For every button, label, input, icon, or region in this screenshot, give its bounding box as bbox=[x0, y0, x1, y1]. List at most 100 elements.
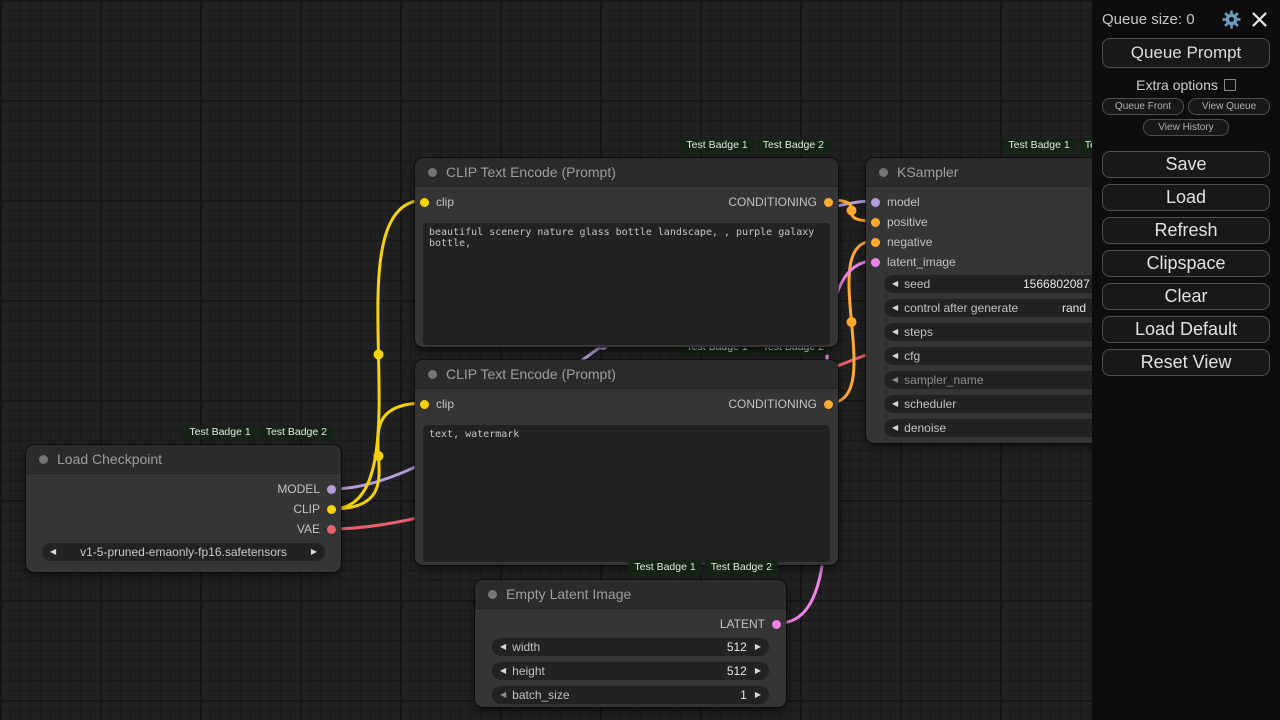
ckpt-name-value: v1-5-pruned-emaonly-fp16.safetensors bbox=[56, 545, 311, 559]
height-value: 512 bbox=[727, 664, 747, 678]
ckpt-name-widget[interactable]: ◀ v1-5-pruned-emaonly-fp16.safetensors ▶ bbox=[42, 543, 325, 561]
height-label: height bbox=[512, 664, 545, 678]
model-input-label: model bbox=[887, 195, 920, 209]
node-titlebar[interactable]: Empty Latent Image bbox=[475, 580, 786, 609]
load-button[interactable]: Load bbox=[1102, 184, 1270, 211]
test-badge-1: Test Badge 1 bbox=[680, 138, 753, 153]
decrement-arrow-icon[interactable]: ◀ bbox=[500, 643, 506, 651]
latent-output-dot[interactable] bbox=[772, 620, 781, 629]
model-output-label: MODEL bbox=[277, 482, 320, 496]
conditioning-output-dot[interactable] bbox=[824, 400, 833, 409]
collapse-dot-icon[interactable] bbox=[428, 370, 437, 379]
extra-options-checkbox[interactable] bbox=[1224, 79, 1236, 91]
link-dot bbox=[374, 350, 384, 360]
node-title: CLIP Text Encode (Prompt) bbox=[446, 164, 616, 180]
sampler-name-label: sampler_name bbox=[904, 373, 983, 387]
decrement-arrow-icon[interactable]: ◀ bbox=[892, 280, 898, 288]
clear-button[interactable]: Clear bbox=[1102, 283, 1270, 310]
queue-prompt-button[interactable]: Queue Prompt bbox=[1102, 38, 1270, 68]
node-titlebar[interactable]: CLIP Text Encode (Prompt) bbox=[415, 158, 838, 187]
clip-output-dot[interactable] bbox=[327, 505, 336, 514]
clip-input-dot[interactable] bbox=[420, 400, 429, 409]
node-clip-text-encode-positive[interactable]: Test Badge 1 Test Badge 2 CLIP Text Enco… bbox=[415, 158, 838, 347]
node-load-checkpoint[interactable]: Test Badge 1 Test Badge 2 Load Checkpoin… bbox=[26, 445, 341, 572]
batch-size-value: 1 bbox=[740, 688, 747, 702]
collapse-dot-icon[interactable] bbox=[39, 455, 48, 464]
node-title: Load Checkpoint bbox=[57, 451, 162, 467]
control-after-generate-value: rand bbox=[1062, 301, 1086, 315]
decrement-arrow-icon[interactable]: ◀ bbox=[892, 352, 898, 360]
cfg-label: cfg bbox=[904, 349, 920, 363]
decrement-arrow-icon[interactable]: ◀ bbox=[500, 667, 506, 675]
clip-input-label: clip bbox=[436, 195, 454, 209]
prev-arrow-icon[interactable]: ◀ bbox=[892, 376, 898, 384]
conditioning-output-dot[interactable] bbox=[824, 198, 833, 207]
graph-canvas[interactable]: Test Badge 1 Test Badge 2 CLIP Text Enco… bbox=[0, 0, 1280, 720]
increment-arrow-icon[interactable]: ▶ bbox=[755, 667, 761, 675]
queue-size-label: Queue size: 0 bbox=[1102, 11, 1212, 28]
test-badge-2: Test Badge 2 bbox=[757, 138, 830, 153]
prev-arrow-icon[interactable]: ◀ bbox=[892, 400, 898, 408]
decrement-arrow-icon[interactable]: ◀ bbox=[892, 424, 898, 432]
conditioning-output-label: CONDITIONING bbox=[728, 195, 817, 209]
view-queue-button[interactable]: View Queue bbox=[1188, 98, 1270, 115]
height-widget[interactable]: ◀ height 512 ▶ bbox=[492, 662, 769, 680]
link-dot bbox=[847, 317, 857, 327]
test-badge-1: Test Badge 1 bbox=[183, 425, 256, 440]
negative-input-dot[interactable] bbox=[871, 238, 880, 247]
latent-image-input-label: latent_image bbox=[887, 255, 956, 269]
link-dot bbox=[374, 451, 384, 461]
seed-value: 1566802087 bbox=[1023, 277, 1090, 291]
close-icon[interactable] bbox=[1251, 11, 1268, 28]
positive-input-label: positive bbox=[887, 215, 928, 229]
wire-clip-negative bbox=[332, 403, 425, 509]
test-badge-1: Test Badge 1 bbox=[628, 560, 701, 575]
prev-arrow-icon[interactable]: ◀ bbox=[892, 304, 898, 312]
decrement-arrow-icon[interactable]: ◀ bbox=[500, 691, 506, 699]
seed-label: seed bbox=[904, 277, 930, 291]
width-widget[interactable]: ◀ width 512 ▶ bbox=[492, 638, 769, 656]
model-input-dot[interactable] bbox=[871, 198, 880, 207]
test-badge-1: Test Badge 1 bbox=[1002, 138, 1075, 153]
latent-image-input-dot[interactable] bbox=[871, 258, 880, 267]
increment-arrow-icon[interactable]: ▶ bbox=[755, 643, 761, 651]
clipspace-button[interactable]: Clipspace bbox=[1102, 250, 1270, 277]
width-value: 512 bbox=[727, 640, 747, 654]
test-badge-2: Test Badge 2 bbox=[260, 425, 333, 440]
negative-input-label: negative bbox=[887, 235, 932, 249]
node-badges: Test Badge 1 Test Badge 2 bbox=[183, 425, 333, 440]
latent-output-label: LATENT bbox=[720, 617, 765, 631]
vae-output-dot[interactable] bbox=[327, 525, 336, 534]
queue-front-button[interactable]: Queue Front bbox=[1102, 98, 1184, 115]
node-titlebar[interactable]: Load Checkpoint bbox=[26, 445, 341, 474]
view-history-button[interactable]: View History bbox=[1143, 119, 1229, 136]
load-default-button[interactable]: Load Default bbox=[1102, 316, 1270, 343]
batch-size-label: batch_size bbox=[512, 688, 569, 702]
positive-prompt-textarea[interactable]: beautiful scenery nature glass bottle la… bbox=[423, 223, 830, 345]
node-title: KSampler bbox=[897, 164, 958, 180]
node-clip-text-encode-negative[interactable]: Test Badge 1 Test Badge 2 CLIP Text Enco… bbox=[415, 360, 838, 565]
test-badge-2: Test Badge 2 bbox=[705, 560, 778, 575]
save-button[interactable]: Save bbox=[1102, 151, 1270, 178]
positive-input-dot[interactable] bbox=[871, 218, 880, 227]
gear-icon[interactable] bbox=[1222, 10, 1241, 29]
refresh-button[interactable]: Refresh bbox=[1102, 217, 1270, 244]
clip-input-dot[interactable] bbox=[420, 198, 429, 207]
node-badges: Test Badge 1 Test Badge 2 bbox=[680, 138, 830, 153]
negative-prompt-textarea[interactable]: text, watermark bbox=[423, 425, 830, 562]
batch-size-widget[interactable]: ◀ batch_size 1 ▶ bbox=[492, 686, 769, 704]
next-arrow-icon[interactable]: ▶ bbox=[311, 548, 317, 556]
collapse-dot-icon[interactable] bbox=[488, 590, 497, 599]
decrement-arrow-icon[interactable]: ◀ bbox=[892, 328, 898, 336]
increment-arrow-icon[interactable]: ▶ bbox=[755, 691, 761, 699]
vae-output-label: VAE bbox=[297, 522, 320, 536]
collapse-dot-icon[interactable] bbox=[428, 168, 437, 177]
reset-view-button[interactable]: Reset View bbox=[1102, 349, 1270, 376]
control-after-generate-label: control after generate bbox=[904, 301, 1018, 315]
model-output-dot[interactable] bbox=[327, 485, 336, 494]
collapse-dot-icon[interactable] bbox=[879, 168, 888, 177]
node-empty-latent-image[interactable]: Test Badge 1 Test Badge 2 Empty Latent I… bbox=[475, 580, 786, 707]
conditioning-output-label: CONDITIONING bbox=[728, 397, 817, 411]
node-titlebar[interactable]: CLIP Text Encode (Prompt) bbox=[415, 360, 838, 389]
link-dot bbox=[847, 206, 857, 216]
